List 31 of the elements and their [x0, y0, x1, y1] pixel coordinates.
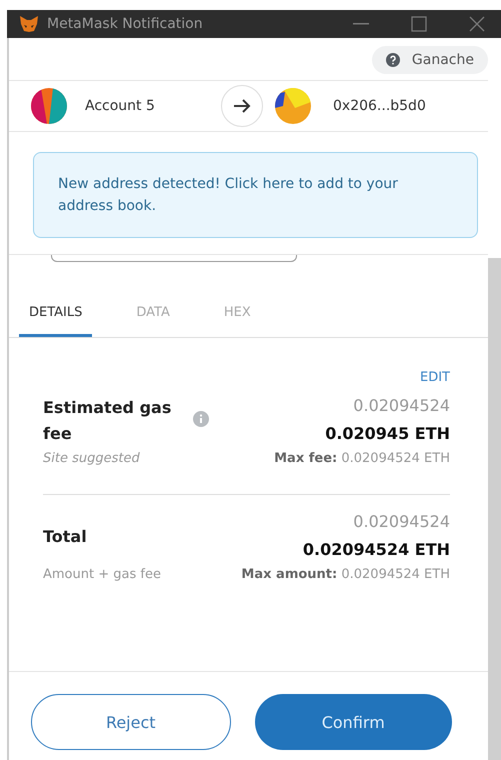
minimize-icon[interactable] [353, 23, 369, 25]
tab[interactable]: DATA [126, 291, 180, 337]
max-fee-text: Max amount: 0.02094524 ETH [241, 567, 450, 582]
recipient-avatar-icon [275, 88, 311, 124]
max-fee-text: Max fee: 0.02094524 ETH [274, 451, 450, 466]
fee-sublabel: Site suggested [43, 451, 140, 466]
edit-link[interactable]: EDIT [420, 370, 450, 385]
info-icon[interactable] [193, 411, 209, 427]
window-title: MetaMask Notification [47, 16, 204, 32]
fee-value: 0.02094524 [352, 395, 450, 417]
tab[interactable]: DETAILS [19, 291, 92, 337]
fee-total: 0.02094524 ETH [302, 539, 450, 561]
confirm-button[interactable]: Confirm [254, 694, 452, 750]
fee-sublabel: Amount + gas fee [43, 567, 161, 582]
new-address-notice[interactable]: New address detected! Click here to add to your address book. [33, 152, 478, 238]
network-selector[interactable]: Ganache [372, 46, 488, 74]
reject-button[interactable]: Reject [31, 694, 230, 750]
close-icon[interactable] [469, 16, 485, 32]
help-icon [386, 53, 400, 67]
fee-total: 0.020945 ETH [324, 423, 450, 445]
recipient-address: 0x206...b5d0 [333, 98, 426, 114]
fee-label: Total [43, 526, 88, 548]
fee-label: Estimated gas fee [43, 397, 172, 445]
maximize-icon[interactable] [411, 16, 427, 32]
account-name: Account 5 [85, 98, 155, 114]
fee-value: 0.02094524 [352, 511, 450, 533]
fox-logo-icon [19, 15, 39, 33]
account-avatar-icon [31, 88, 67, 124]
tab[interactable]: HEX [214, 291, 261, 337]
scrollbar[interactable] [488, 258, 501, 760]
input-field[interactable] [51, 255, 297, 262]
